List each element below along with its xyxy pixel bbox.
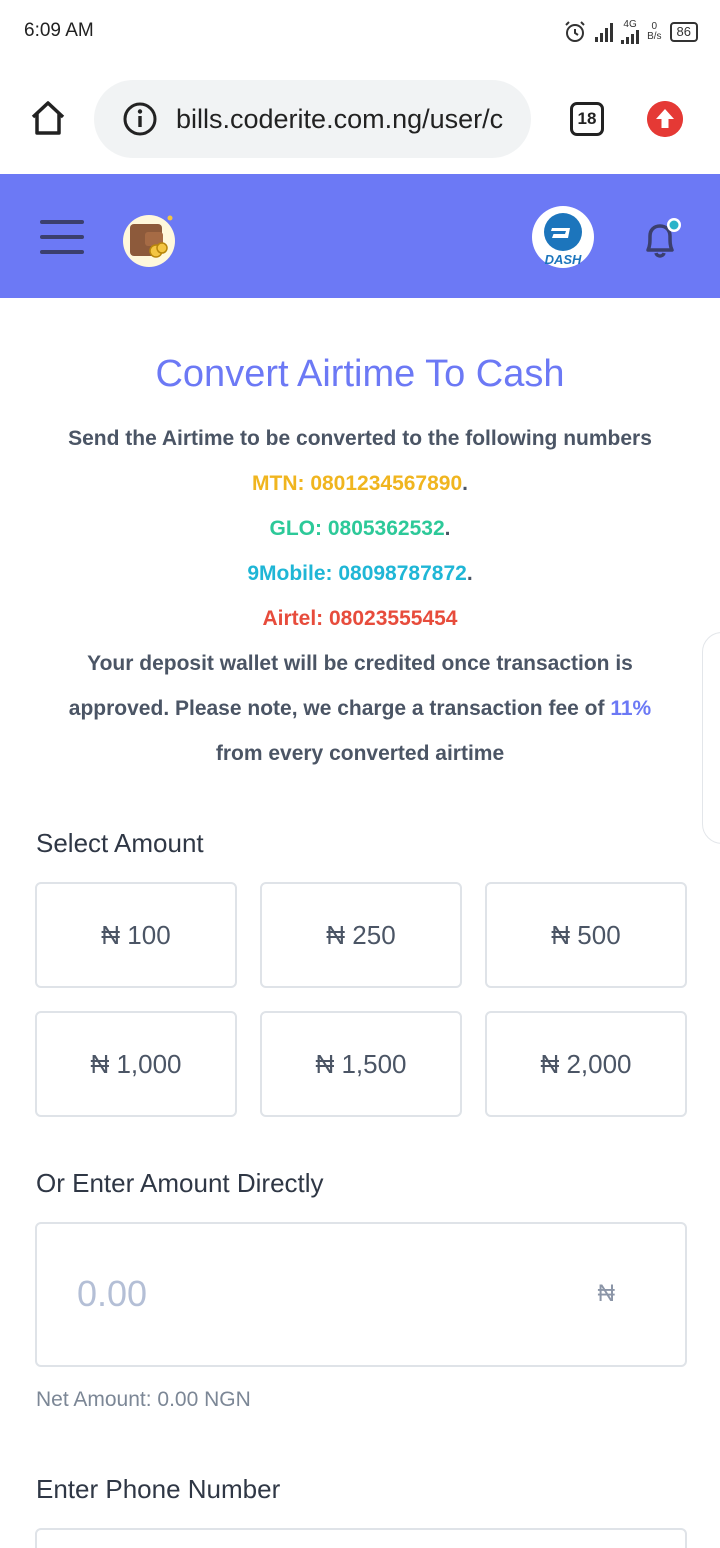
amount-option-1000[interactable]: ₦ 1,000 <box>35 1011 237 1117</box>
alarm-icon <box>565 21 585 42</box>
amount-option-250[interactable]: ₦ 250 <box>260 882 462 988</box>
enter-amount-label: Or Enter Amount Directly <box>36 1168 324 1198</box>
note-text-1: Your deposit wallet will be credited onc… <box>87 652 633 675</box>
glo-number: GLO: 0805362532. <box>269 517 451 540</box>
amount-input[interactable] <box>77 1264 557 1324</box>
info-icon[interactable] <box>122 101 158 137</box>
currency-symbol: ₦ <box>597 1280 615 1307</box>
amount-option-2000[interactable]: ₦ 2,000 <box>485 1011 687 1117</box>
status-bar: 6:09 AM 4G 0 B/s 86 <box>0 0 720 64</box>
note-text-2: approved. Please note, we charge a trans… <box>68 697 652 720</box>
notifications-button[interactable] <box>636 214 686 264</box>
select-amount-label: Select Amount <box>36 828 204 858</box>
intro-text: Send the Airtime to be converted to the … <box>68 427 652 450</box>
note-text-3: from every converted airtime <box>215 742 505 765</box>
side-drawer-handle[interactable] <box>702 632 720 844</box>
upgrade-icon[interactable] <box>647 101 683 137</box>
battery-indicator: 86 <box>669 22 698 42</box>
phone-label: Enter Phone Number <box>36 1474 281 1504</box>
tabs-button[interactable]: 18 <box>570 102 604 136</box>
signal-icon <box>595 22 614 42</box>
amount-option-500[interactable]: ₦ 500 <box>485 882 687 988</box>
page-title: Convert Airtime To Cash <box>155 353 565 395</box>
home-icon[interactable] <box>28 98 68 138</box>
menu-icon[interactable] <box>40 220 84 254</box>
9mobile-number: 9Mobile: 08098787872. <box>247 562 473 585</box>
amount-option-100[interactable]: ₦ 100 <box>35 882 237 988</box>
wallet-logo[interactable] <box>120 210 178 268</box>
url-text[interactable]: bills.coderite.com.ng/user/c <box>176 104 503 135</box>
bell-icon <box>646 218 681 258</box>
signal-icon-2 <box>621 30 640 44</box>
net-amount: Net Amount: 0.00 NGN <box>36 1388 251 1411</box>
status-time: 6:09 AM <box>24 20 94 41</box>
amount-field[interactable]: ₦ <box>35 1222 687 1367</box>
speed-unit: B/s <box>647 31 662 42</box>
fee-percent: 11% <box>610 697 652 720</box>
phone-input[interactable] <box>35 1528 687 1548</box>
address-bar[interactable]: bills.coderite.com.ng/user/c <box>94 80 531 158</box>
browser-toolbar: bills.coderite.com.ng/user/c 18 <box>0 64 720 174</box>
amount-option-1500[interactable]: ₦ 1,500 <box>260 1011 462 1117</box>
mtn-number: MTN: 0801234567890. <box>252 472 468 495</box>
amount-options: ₦ 100 ₦ 250 ₦ 500 ₦ 1,000 ₦ 1,500 ₦ 2,00… <box>35 882 687 1117</box>
instructions: Send the Airtime to be converted to the … <box>40 416 680 776</box>
airtel-number: Airtel: 08023555454 <box>262 607 458 630</box>
dash-logo[interactable]: DASH <box>530 204 596 270</box>
app-header: DASH <box>0 174 720 298</box>
dash-label: DASH <box>545 252 582 267</box>
network-type: 4G <box>623 19 637 30</box>
status-icons: 4G 0 B/s 86 <box>563 16 698 48</box>
